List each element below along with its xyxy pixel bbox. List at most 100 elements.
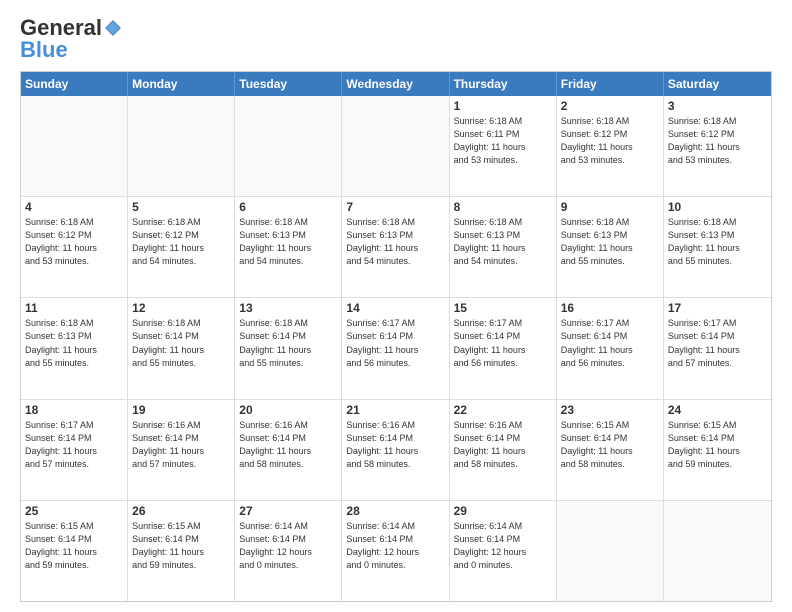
calendar-cell: 3 Sunrise: 6:18 AMSunset: 6:12 PMDaylight… — [664, 96, 771, 196]
cell-info: Sunrise: 6:18 AMSunset: 6:12 PMDaylight:… — [25, 216, 123, 268]
calendar-header: SundayMondayTuesdayWednesdayThursdayFrid… — [21, 72, 771, 96]
day-number: 27 — [239, 504, 337, 518]
cell-info: Sunrise: 6:14 AMSunset: 6:14 PMDaylight:… — [346, 520, 444, 572]
calendar-body: 1Sunrise: 6:18 AMSunset: 6:11 PMDaylight… — [21, 96, 771, 601]
day-number: 26 — [132, 504, 230, 518]
cell-info: Sunrise: 6:18 AMSunset: 6:11 PMDaylight:… — [454, 115, 552, 167]
calendar-cell: 28 Sunrise: 6:14 AMSunset: 6:14 PMDayligh… — [342, 501, 449, 601]
day-number: 28 — [346, 504, 444, 518]
day-number: 11 — [25, 301, 123, 315]
calendar-cell: 1Sunrise: 6:18 AMSunset: 6:11 PMDaylight… — [450, 96, 557, 196]
calendar-cell: 22Sunrise: 6:16 AMSunset: 6:14 PMDayligh… — [450, 400, 557, 500]
cell-info: Sunrise: 6:15 AMSunset: 6:14 PMDaylight:… — [668, 419, 767, 471]
calendar-cell: 29Sunrise: 6:14 AMSunset: 6:14 PMDayligh… — [450, 501, 557, 601]
calendar-cell: 7Sunrise: 6:18 AMSunset: 6:13 PMDaylight… — [342, 197, 449, 297]
day-number: 2 — [561, 99, 659, 113]
calendar-cell: 2 Sunrise: 6:18 AMSunset: 6:12 PMDaylight… — [557, 96, 664, 196]
calendar-cell: 15 Sunrise: 6:17 AMSunset: 6:14 PMDayligh… — [450, 298, 557, 398]
cell-info: Sunrise: 6:18 AMSunset: 6:13 PMDaylight:… — [561, 216, 659, 268]
cell-info: Sunrise: 6:18 AMSunset: 6:13 PMDaylight:… — [239, 216, 337, 268]
cell-info: Sunrise: 6:18 AMSunset: 6:12 PMDaylight:… — [132, 216, 230, 268]
calendar-cell: 14 Sunrise: 6:17 AMSunset: 6:14 PMDayligh… — [342, 298, 449, 398]
cell-info: Sunrise: 6:17 AMSunset: 6:14 PMDaylight:… — [454, 317, 552, 369]
day-number: 8 — [454, 200, 552, 214]
calendar-cell: 16 Sunrise: 6:17 AMSunset: 6:14 PMDayligh… — [557, 298, 664, 398]
calendar-cell: 21 Sunrise: 6:16 AMSunset: 6:14 PMDayligh… — [342, 400, 449, 500]
cell-info: Sunrise: 6:15 AMSunset: 6:14 PMDaylight:… — [561, 419, 659, 471]
cell-info: Sunrise: 6:18 AMSunset: 6:14 PMDaylight:… — [239, 317, 337, 369]
calendar: SundayMondayTuesdayWednesdayThursdayFrid… — [20, 71, 772, 602]
calendar-cell — [21, 96, 128, 196]
logo-icon — [103, 18, 123, 38]
day-number: 13 — [239, 301, 337, 315]
day-number: 19 — [132, 403, 230, 417]
cell-info: Sunrise: 6:18 AMSunset: 6:12 PMDaylight:… — [668, 115, 767, 167]
day-number: 16 — [561, 301, 659, 315]
header-cell-friday: Friday — [557, 72, 664, 96]
calendar-row-5: 25 Sunrise: 6:15 AMSunset: 6:14 PMDayligh… — [21, 501, 771, 601]
logo-blue: Blue — [20, 37, 68, 63]
calendar-cell: 5 Sunrise: 6:18 AMSunset: 6:12 PMDaylight… — [128, 197, 235, 297]
day-number: 12 — [132, 301, 230, 315]
header: General Blue — [20, 15, 772, 63]
day-number: 21 — [346, 403, 444, 417]
cell-info: Sunrise: 6:18 AMSunset: 6:13 PMDaylight:… — [668, 216, 767, 268]
day-number: 5 — [132, 200, 230, 214]
page: General Blue SundayMondayTuesdayWednesda… — [0, 0, 792, 612]
day-number: 6 — [239, 200, 337, 214]
header-cell-sunday: Sunday — [21, 72, 128, 96]
day-number: 14 — [346, 301, 444, 315]
calendar-cell — [664, 501, 771, 601]
calendar-cell: 8 Sunrise: 6:18 AMSunset: 6:13 PMDaylight… — [450, 197, 557, 297]
cell-info: Sunrise: 6:15 AMSunset: 6:14 PMDaylight:… — [25, 520, 123, 572]
calendar-cell: 12 Sunrise: 6:18 AMSunset: 6:14 PMDayligh… — [128, 298, 235, 398]
calendar-cell: 9 Sunrise: 6:18 AMSunset: 6:13 PMDaylight… — [557, 197, 664, 297]
header-cell-saturday: Saturday — [664, 72, 771, 96]
cell-info: Sunrise: 6:17 AMSunset: 6:14 PMDaylight:… — [668, 317, 767, 369]
calendar-cell: 26 Sunrise: 6:15 AMSunset: 6:14 PMDayligh… — [128, 501, 235, 601]
calendar-cell — [342, 96, 449, 196]
calendar-cell: 6 Sunrise: 6:18 AMSunset: 6:13 PMDaylight… — [235, 197, 342, 297]
calendar-cell: 10 Sunrise: 6:18 AMSunset: 6:13 PMDayligh… — [664, 197, 771, 297]
day-number: 3 — [668, 99, 767, 113]
cell-info: Sunrise: 6:17 AMSunset: 6:14 PMDaylight:… — [25, 419, 123, 471]
calendar-cell: 25 Sunrise: 6:15 AMSunset: 6:14 PMDayligh… — [21, 501, 128, 601]
cell-info: Sunrise: 6:14 AMSunset: 6:14 PMDaylight:… — [239, 520, 337, 572]
cell-info: Sunrise: 6:17 AMSunset: 6:14 PMDaylight:… — [346, 317, 444, 369]
calendar-row-4: 18 Sunrise: 6:17 AMSunset: 6:14 PMDayligh… — [21, 400, 771, 501]
day-number: 7 — [346, 200, 444, 214]
calendar-cell: 20Sunrise: 6:16 AMSunset: 6:14 PMDayligh… — [235, 400, 342, 500]
cell-info: Sunrise: 6:16 AMSunset: 6:14 PMDaylight:… — [346, 419, 444, 471]
cell-info: Sunrise: 6:18 AMSunset: 6:13 PMDaylight:… — [454, 216, 552, 268]
calendar-cell: 11 Sunrise: 6:18 AMSunset: 6:13 PMDayligh… — [21, 298, 128, 398]
cell-info: Sunrise: 6:16 AMSunset: 6:14 PMDaylight:… — [132, 419, 230, 471]
cell-info: Sunrise: 6:17 AMSunset: 6:14 PMDaylight:… — [561, 317, 659, 369]
cell-info: Sunrise: 6:18 AMSunset: 6:13 PMDaylight:… — [25, 317, 123, 369]
calendar-cell: 13 Sunrise: 6:18 AMSunset: 6:14 PMDayligh… — [235, 298, 342, 398]
day-number: 23 — [561, 403, 659, 417]
day-number: 15 — [454, 301, 552, 315]
calendar-row-2: 4 Sunrise: 6:18 AMSunset: 6:12 PMDaylight… — [21, 197, 771, 298]
day-number: 18 — [25, 403, 123, 417]
day-number: 9 — [561, 200, 659, 214]
logo: General Blue — [20, 15, 124, 63]
day-number: 10 — [668, 200, 767, 214]
cell-info: Sunrise: 6:15 AMSunset: 6:14 PMDaylight:… — [132, 520, 230, 572]
calendar-cell: 18 Sunrise: 6:17 AMSunset: 6:14 PMDayligh… — [21, 400, 128, 500]
calendar-cell: 24 Sunrise: 6:15 AMSunset: 6:14 PMDayligh… — [664, 400, 771, 500]
cell-info: Sunrise: 6:18 AMSunset: 6:14 PMDaylight:… — [132, 317, 230, 369]
calendar-cell — [557, 501, 664, 601]
calendar-cell: 27 Sunrise: 6:14 AMSunset: 6:14 PMDayligh… — [235, 501, 342, 601]
calendar-cell: 23 Sunrise: 6:15 AMSunset: 6:14 PMDayligh… — [557, 400, 664, 500]
header-cell-thursday: Thursday — [450, 72, 557, 96]
calendar-cell — [235, 96, 342, 196]
cell-info: Sunrise: 6:14 AMSunset: 6:14 PMDaylight:… — [454, 520, 552, 572]
day-number: 24 — [668, 403, 767, 417]
calendar-row-3: 11 Sunrise: 6:18 AMSunset: 6:13 PMDayligh… — [21, 298, 771, 399]
calendar-row-1: 1Sunrise: 6:18 AMSunset: 6:11 PMDaylight… — [21, 96, 771, 197]
day-number: 25 — [25, 504, 123, 518]
day-number: 4 — [25, 200, 123, 214]
cell-info: Sunrise: 6:18 AMSunset: 6:12 PMDaylight:… — [561, 115, 659, 167]
header-cell-wednesday: Wednesday — [342, 72, 449, 96]
cell-info: Sunrise: 6:16 AMSunset: 6:14 PMDaylight:… — [239, 419, 337, 471]
